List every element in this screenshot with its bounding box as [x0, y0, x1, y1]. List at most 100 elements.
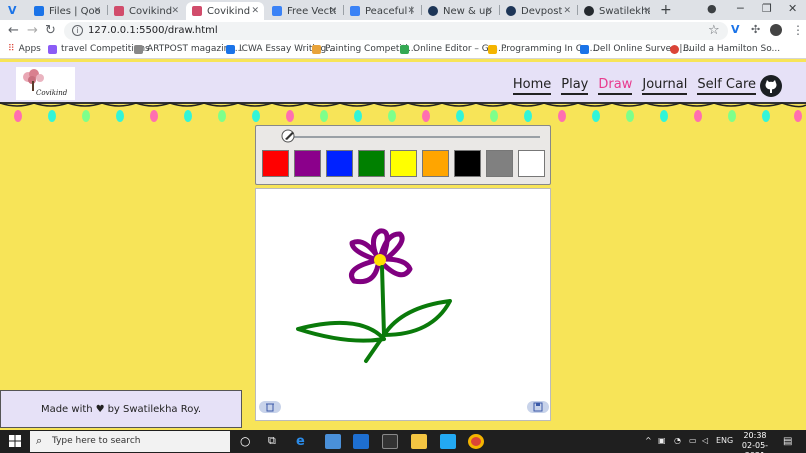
close-tab-icon[interactable]: ✕: [93, 6, 101, 16]
nav-links: Home Play Draw Journal Self Care: [512, 77, 756, 95]
bookmark-favicon: [134, 44, 143, 54]
github-icon[interactable]: [759, 74, 783, 98]
tab-favicon: [506, 6, 516, 16]
close-tab-icon[interactable]: ✕: [251, 6, 259, 16]
back-icon[interactable]: ←: [8, 23, 19, 38]
terminal-icon[interactable]: [382, 434, 398, 449]
bookmark-favicon: [670, 44, 679, 54]
vivaldi-icon[interactable]: V: [8, 4, 17, 17]
extensions-puzzle-icon[interactable]: ✣: [751, 24, 763, 36]
address-bar[interactable]: i 127.0.0.1:5500/draw.html: [64, 22, 728, 40]
forward-icon[interactable]: →: [27, 23, 38, 38]
vivaldi-extension-icon[interactable]: V: [731, 24, 743, 36]
clear-canvas-button[interactable]: [259, 401, 281, 413]
tab-covikind-active[interactable]: Covikind ✕: [186, 2, 264, 20]
flower-drawing: [296, 228, 452, 363]
site-logo[interactable]: Covikind: [16, 67, 75, 100]
tab-favicon: [34, 6, 44, 16]
swatch-yellow[interactable]: [390, 150, 417, 177]
tab-favicon: [350, 6, 360, 16]
store-icon[interactable]: [325, 434, 341, 449]
trash-icon: [266, 403, 274, 412]
profile-icon[interactable]: ●: [707, 2, 717, 15]
mail-icon[interactable]: [353, 434, 369, 449]
swatch-black[interactable]: [454, 150, 481, 177]
info-icon[interactable]: i: [72, 25, 83, 36]
heart-icon: ♥: [95, 403, 105, 415]
tab-github[interactable]: Swatilekha-R ✕: [578, 2, 656, 20]
nav-draw[interactable]: Draw: [598, 77, 633, 95]
footer-prefix: Made with: [40, 403, 93, 415]
close-tab-icon[interactable]: ✕: [643, 6, 651, 16]
windows-start-icon[interactable]: [9, 435, 21, 447]
cortana-icon[interactable]: ○: [240, 434, 256, 449]
close-window-icon[interactable]: ✕: [788, 2, 797, 15]
maximize-icon[interactable]: ❐: [762, 2, 772, 15]
swatch-red[interactable]: [262, 150, 289, 177]
paintbrush-icon[interactable]: [280, 129, 298, 143]
battery-icon[interactable]: ▭: [689, 436, 697, 445]
bookmark-favicon: [488, 44, 497, 54]
nav-home[interactable]: Home: [512, 77, 552, 95]
url-text[interactable]: 127.0.0.1:5500/draw.html: [88, 25, 218, 36]
swatch-orange[interactable]: [422, 150, 449, 177]
swatch-purple[interactable]: [294, 150, 321, 177]
bookmark-item[interactable]: Build a Hamilton So...: [670, 44, 780, 54]
swatch-green[interactable]: [358, 150, 385, 177]
bookmark-favicon: [48, 44, 57, 54]
bookmark-favicon: [312, 44, 321, 54]
volume-icon[interactable]: ◁: [702, 436, 708, 445]
edge-icon[interactable]: e: [296, 434, 312, 449]
bookmark-apps[interactable]: ⠿ Apps: [8, 44, 41, 54]
close-tab-icon[interactable]: ✕: [485, 6, 493, 16]
site-footer: Made with ♥ by Swatilekha Roy.: [0, 390, 242, 428]
windows-taskbar: ⌕ Type here to search ○ ⧉ e ^ ▣ ◔ ▭ ◁ EN…: [0, 430, 806, 453]
clock-date: 02-05-2021: [741, 441, 769, 453]
tab-peaceful[interactable]: Peaceful lan ✕: [344, 2, 420, 20]
search-placeholder: Type here to search: [52, 436, 141, 446]
avatar[interactable]: [770, 24, 782, 36]
more-menu-icon[interactable]: ⋮: [792, 23, 804, 37]
swatch-gray[interactable]: [486, 150, 513, 177]
minimize-icon[interactable]: ─: [737, 2, 744, 15]
language-indicator[interactable]: ENG: [716, 436, 733, 445]
bookmark-favicon: [580, 44, 589, 54]
save-drawing-button[interactable]: [527, 401, 549, 413]
nav-journal[interactable]: Journal: [642, 77, 688, 95]
system-clock[interactable]: 20:38 02-05-2021: [737, 431, 773, 453]
apps-grid-icon: ⠿: [8, 44, 15, 54]
vscode-icon[interactable]: [440, 434, 456, 449]
nav-play[interactable]: Play: [561, 77, 589, 95]
reload-icon[interactable]: ↻: [45, 23, 56, 38]
chrome-icon[interactable]: [468, 434, 484, 449]
bookmarks-bar: ⠿ Apps travel Competitions ARTPOST magaz…: [0, 42, 806, 59]
tab-strip: V Files | Qoom ✕ Covikind ✕ Covikind ✕ F…: [0, 0, 806, 20]
task-view-icon[interactable]: ⧉: [268, 434, 284, 449]
brush-size-slider[interactable]: [284, 136, 540, 138]
swatch-blue[interactable]: [326, 150, 353, 177]
bookmark-star-icon[interactable]: ☆: [708, 23, 720, 38]
network-icon[interactable]: ▣: [658, 436, 666, 445]
file-explorer-icon[interactable]: [411, 434, 427, 449]
tab-new-upcoming[interactable]: New & upco ✕: [422, 2, 498, 20]
new-tab-icon[interactable]: +: [660, 2, 672, 18]
tray-chevron-icon[interactable]: ^: [645, 436, 652, 445]
taskbar-search-input[interactable]: ⌕ Type here to search: [30, 431, 230, 452]
tab-free-vector[interactable]: Free Vector ✕: [266, 2, 342, 20]
search-icon: ⌕: [36, 434, 43, 447]
drawing-canvas[interactable]: [255, 188, 551, 421]
notification-icon[interactable]: ▤: [783, 436, 792, 447]
close-tab-icon[interactable]: ✕: [563, 6, 571, 16]
swatch-white[interactable]: [518, 150, 545, 177]
tab-covikind-1[interactable]: Covikind ✕: [108, 2, 184, 20]
tab-devpost[interactable]: Devpost ✕: [500, 2, 576, 20]
site-navbar: Covikind Home Play Draw Journal Self Car…: [0, 62, 806, 104]
tab-files-qoom[interactable]: Files | Qoom ✕: [28, 2, 106, 20]
wifi-icon[interactable]: ◔: [674, 436, 681, 445]
tab-favicon: [192, 6, 202, 16]
tab-favicon: [272, 6, 282, 16]
close-tab-icon[interactable]: ✕: [329, 6, 337, 16]
nav-self-care[interactable]: Self Care: [697, 77, 756, 95]
close-tab-icon[interactable]: ✕: [171, 6, 179, 16]
close-tab-icon[interactable]: ✕: [407, 6, 415, 16]
